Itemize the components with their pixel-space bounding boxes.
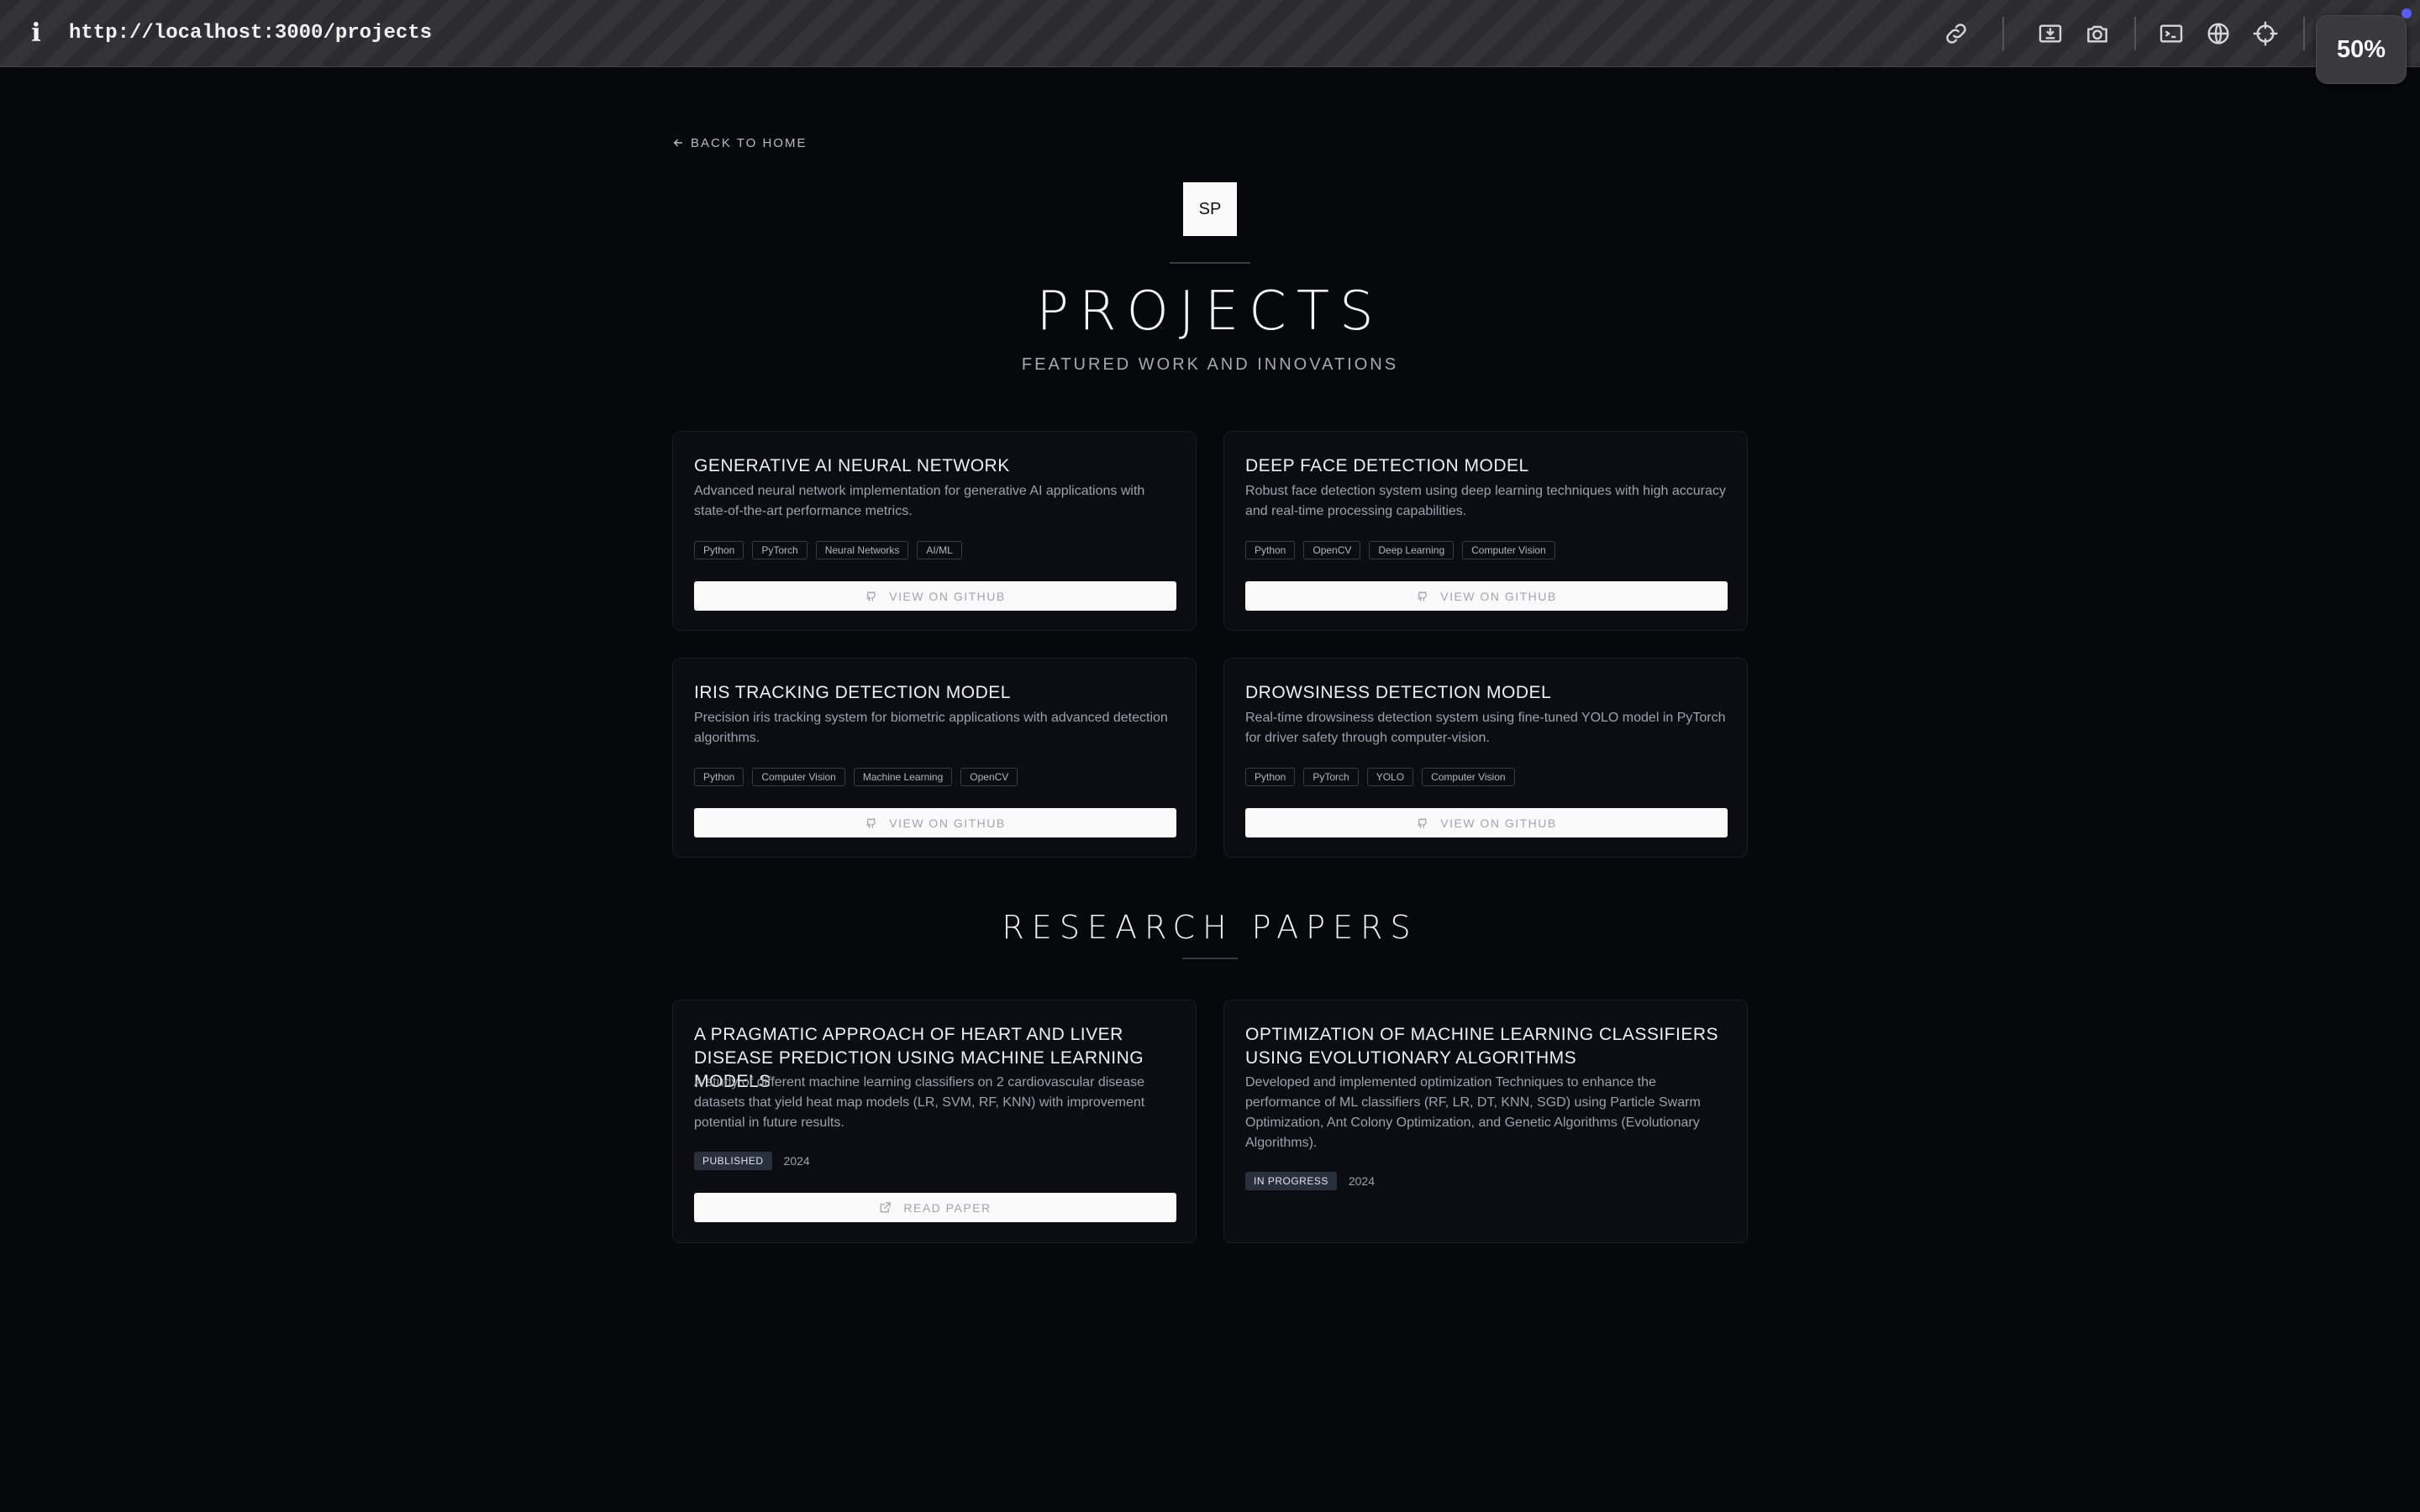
status-badge: IN PROGRESS xyxy=(1245,1172,1337,1190)
tag: OpenCV xyxy=(960,768,1018,786)
tag-list: Python PyTorch YOLO Computer Vision xyxy=(1245,768,1515,786)
tag-list: Python PyTorch Neural Networks AI/ML xyxy=(694,541,962,559)
external-link-icon xyxy=(881,1202,892,1213)
paper-description: Developed and implemented optimization T… xyxy=(1245,1075,1701,1150)
divider xyxy=(1182,958,1238,959)
github-icon xyxy=(866,591,876,601)
project-card: GENERATIVE AI NEURAL NETWORK Advanced ne… xyxy=(672,431,1197,631)
tag: YOLO xyxy=(1366,768,1414,786)
view-on-github-button[interactable]: VIEW ON GITHUB xyxy=(694,581,1176,611)
tag: Python xyxy=(694,768,744,786)
project-description: Advanced neural network implementation f… xyxy=(694,484,1145,518)
paper-meta: IN PROGRESS 2024 xyxy=(1245,1172,1375,1190)
paper-title: OPTIMIZATION OF MACHINE LEARNING CLASSIF… xyxy=(1245,1025,1719,1068)
project-card: IRIS TRACKING DETECTION MODEL Precision … xyxy=(672,658,1197,858)
tag: Computer Vision xyxy=(752,768,845,786)
project-title: IRIS TRACKING DETECTION MODEL xyxy=(694,683,1011,702)
download-window-icon[interactable] xyxy=(2035,18,2065,49)
arrow-left-icon xyxy=(673,139,683,147)
toolbar-separator xyxy=(2303,17,2305,50)
globe-icon[interactable] xyxy=(2203,18,2233,49)
button-label: READ PAPER xyxy=(903,1200,992,1215)
github-icon xyxy=(1418,818,1428,828)
paper-card: A PRAGMATIC APPROACH OF HEART AND LIVER … xyxy=(672,1000,1197,1243)
status-badge: PUBLISHED xyxy=(694,1152,772,1170)
tag: Neural Networks xyxy=(815,541,909,559)
paper-year: 2024 xyxy=(783,1154,810,1168)
project-card: DEEP FACE DETECTION MODEL Robust face de… xyxy=(1223,431,1748,631)
button-label: VIEW ON GITHUB xyxy=(1440,816,1557,830)
toolbar-separator xyxy=(2134,17,2136,50)
project-title: GENERATIVE AI NEURAL NETWORK xyxy=(694,456,1010,475)
button-label: VIEW ON GITHUB xyxy=(889,589,1006,603)
logo[interactable]: SP xyxy=(1183,182,1237,236)
github-icon xyxy=(866,818,876,828)
tag: Computer Vision xyxy=(1422,768,1515,786)
github-icon xyxy=(1418,591,1428,601)
toolbar-separator xyxy=(2002,17,2004,50)
paper-year: 2024 xyxy=(1348,1174,1376,1188)
paper-card: OPTIMIZATION OF MACHINE LEARNING CLASSIF… xyxy=(1223,1000,1748,1243)
camera-icon[interactable] xyxy=(2082,18,2112,49)
notification-dot xyxy=(2402,8,2412,18)
tag: PyTorch xyxy=(1303,768,1359,786)
read-paper-button[interactable]: READ PAPER xyxy=(694,1193,1176,1222)
button-label: VIEW ON GITHUB xyxy=(889,816,1006,830)
browser-toolbar: i http://localhost:3000/projects xyxy=(0,0,2420,67)
project-description: Real-time drowsiness detection system us… xyxy=(1245,711,1726,745)
back-to-home-link[interactable]: BACK TO HOME xyxy=(672,133,807,153)
page-title: PROJECTS xyxy=(1036,281,1384,343)
back-link-label: BACK TO HOME xyxy=(691,135,808,150)
button-label: VIEW ON GITHUB xyxy=(1440,589,1557,603)
project-description: Precision iris tracking system for biome… xyxy=(694,711,1168,745)
tag: Computer Vision xyxy=(1462,541,1555,559)
tag: Python xyxy=(694,541,744,559)
crosshair-icon[interactable] xyxy=(2250,18,2281,49)
address-bar[interactable]: http://localhost:3000/projects xyxy=(69,18,432,49)
link-icon[interactable] xyxy=(1941,18,1971,49)
divider xyxy=(1170,262,1250,264)
info-icon[interactable]: i xyxy=(27,18,45,49)
tag: PyTorch xyxy=(752,541,808,559)
view-on-github-button[interactable]: VIEW ON GITHUB xyxy=(694,808,1176,837)
paper-description: A study of different machine learning cl… xyxy=(694,1075,1145,1130)
project-title: DROWSINESS DETECTION MODEL xyxy=(1245,683,1552,702)
project-description: Robust face detection system using deep … xyxy=(1245,484,1726,518)
page-subtitle: FEATURED WORK AND INNOVATIONS xyxy=(1021,355,1399,374)
view-on-github-button[interactable]: VIEW ON GITHUB xyxy=(1245,808,1728,837)
section-title: RESEARCH PAPERS xyxy=(1002,909,1418,946)
paper-meta: PUBLISHED 2024 xyxy=(694,1152,810,1170)
project-card: DROWSINESS DETECTION MODEL Real-time dro… xyxy=(1223,658,1748,858)
project-title: DEEP FACE DETECTION MODEL xyxy=(1245,456,1529,475)
tag-list: Python Computer Vision Machine Learning … xyxy=(694,768,1018,786)
tag: Python xyxy=(1245,768,1296,786)
tag: Machine Learning xyxy=(853,768,953,786)
tag: AI/ML xyxy=(917,541,962,559)
tag: Python xyxy=(1245,541,1296,559)
tag-list: Python OpenCV Deep Learning Computer Vis… xyxy=(1245,541,1555,559)
terminal-icon[interactable] xyxy=(2156,18,2186,49)
tag: OpenCV xyxy=(1303,541,1361,559)
tag: Deep Learning xyxy=(1369,541,1455,559)
view-on-github-button[interactable]: VIEW ON GITHUB xyxy=(1245,581,1728,611)
zoom-level-badge[interactable]: 50% xyxy=(2316,15,2407,84)
